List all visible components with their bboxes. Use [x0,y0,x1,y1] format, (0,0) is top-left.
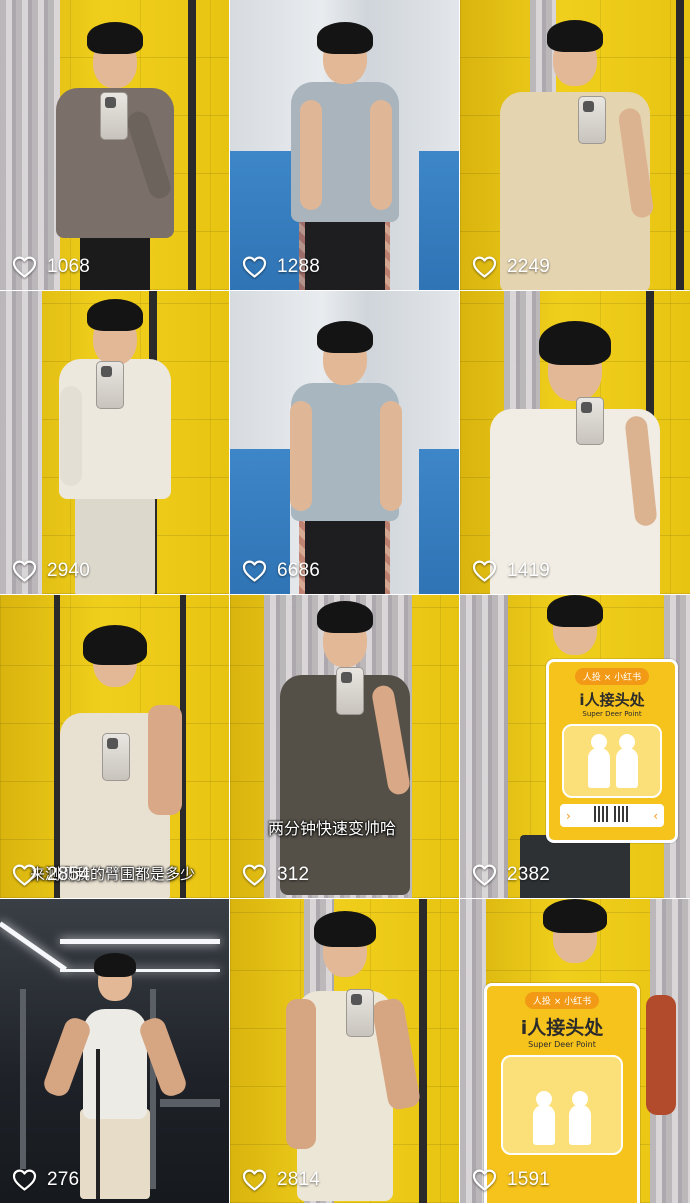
video-thumbnail [230,595,459,898]
video-thumbnail [230,899,459,1203]
like-count: 1591 [472,1169,550,1191]
heart-outline-icon[interactable] [242,256,267,278]
sign-qr-strip: › ‹ [560,804,664,827]
like-count-text: 2854 [47,864,91,885]
like-count: 276 [12,1169,79,1191]
poster-sign: 人投 × 小红书 i人接头处 Super Deer Point › ‹ [546,659,678,843]
like-count-text: 1068 [47,256,91,277]
like-count: 2249 [472,256,550,278]
heart-outline-icon[interactable] [12,864,37,886]
like-count-text: 2249 [507,256,551,277]
like-count: 2814 [242,1169,320,1191]
like-count-text: 2940 [47,560,91,581]
video-card[interactable]: 来测测我的臂围都是多少 2854 [0,595,229,898]
video-card[interactable]: 1419 [460,291,690,594]
sign-subtitle: Super Deer Point [582,710,642,718]
heart-outline-icon[interactable] [12,256,37,278]
like-count: 2382 [472,864,550,886]
heart-outline-icon[interactable] [472,560,497,582]
heart-outline-icon[interactable] [472,864,497,886]
video-thumbnail [460,291,690,594]
sign-illustration [501,1055,623,1155]
sign-title: i人接头处 [579,691,645,709]
sign-title: i人接头处 [520,1017,604,1039]
like-count: 312 [242,864,309,886]
like-count: 6686 [242,560,320,582]
heart-outline-icon[interactable] [242,560,267,582]
like-count-text: 1419 [507,560,551,581]
video-card[interactable]: 2940 [0,291,229,594]
like-count-text: 6686 [277,560,321,581]
like-count-text: 276 [47,1169,80,1190]
heart-outline-icon[interactable] [472,256,497,278]
sign-top-label: 人投 × 小红书 [574,668,650,685]
like-count-text: 1591 [507,1169,551,1190]
sign-subtitle: Super Deer Point [528,1040,596,1049]
video-card[interactable]: 人投 × 小红书 i人接头处 Super Deer Point 1591 [460,899,690,1203]
like-count: 1419 [472,560,550,582]
video-card[interactable]: 2249 [460,0,690,290]
video-thumbnail [0,595,229,898]
video-card[interactable]: 6686 [230,291,459,594]
video-thumbnail: 人投 × 小红书 i人接头处 Super Deer Point › ‹ [460,595,690,898]
heart-outline-icon[interactable] [12,560,37,582]
heart-outline-icon[interactable] [12,1169,37,1191]
video-card[interactable]: 人投 × 小红书 i人接头处 Super Deer Point › ‹ 2382 [460,595,690,898]
like-count-text: 312 [277,864,310,885]
video-caption: 两分钟快速变帅哈 [268,819,397,838]
video-card[interactable]: 276 [0,899,229,1203]
heart-outline-icon[interactable] [242,864,267,886]
video-thumbnail [230,0,459,290]
video-thumbnail [460,0,690,290]
video-card[interactable]: 1068 [0,0,229,290]
like-count: 2854 [12,864,90,886]
video-card[interactable]: 1288 [230,0,459,290]
like-count: 2940 [12,560,90,582]
video-thumbnail [0,899,229,1203]
heart-outline-icon[interactable] [242,1169,267,1191]
like-count: 1288 [242,256,320,278]
video-thumbnail [0,291,229,594]
sign-top-label: 人投 × 小红书 [524,992,600,1009]
like-count-text: 2814 [277,1169,321,1190]
video-thumbnail [0,0,229,290]
video-card[interactable]: 两分钟快速变帅哈 312 [230,595,459,898]
video-grid: 1068 1288 2249 2940 6686 1419 来测测我的臂围都是多… [0,0,690,1203]
video-thumbnail [230,291,459,594]
like-count-text: 1288 [277,256,321,277]
like-count-text: 2382 [507,864,551,885]
video-card[interactable]: 2814 [230,899,459,1203]
heart-outline-icon[interactable] [472,1169,497,1191]
sign-illustration [562,724,662,798]
like-count: 1068 [12,256,90,278]
video-thumbnail: 人投 × 小红书 i人接头处 Super Deer Point [460,899,690,1203]
